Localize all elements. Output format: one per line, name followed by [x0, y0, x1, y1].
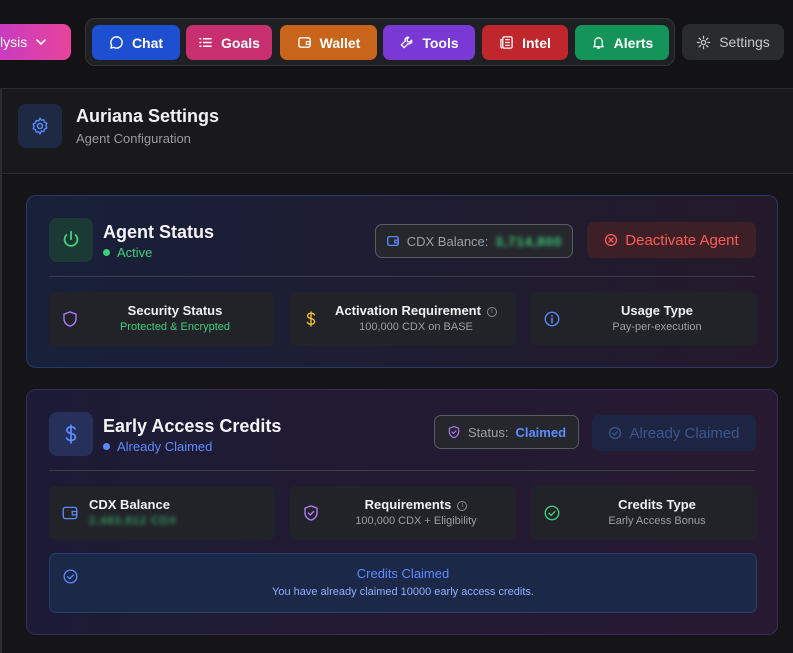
page-subtitle: Agent Configuration [76, 131, 191, 146]
shield-check-icon [448, 425, 460, 439]
wallet-icon [386, 235, 399, 247]
newspaper-icon [500, 36, 513, 49]
agent-status-title: Agent Status [103, 222, 215, 242]
nav-tools-button[interactable]: Tools [383, 25, 475, 60]
nav-alerts-label: Alerts [613, 34, 654, 51]
cdx-balance-tile: CDX Balance 2,483,812 CDX [49, 486, 275, 540]
tile-subtitle: Early Access Bonus [608, 515, 706, 527]
top-navigation-bar: lysis Chat Goals Wallet Tools Intel Aler… [0, 0, 793, 86]
bell-icon [592, 37, 604, 49]
nav-alerts-button[interactable]: Alerts [575, 25, 669, 60]
info-circle-icon [544, 311, 560, 327]
tile-title: Security Status [127, 303, 223, 318]
agent-status-indicator: Active [103, 245, 152, 260]
wrench-icon [401, 36, 413, 49]
tile-title: Activation Requirement i [324, 303, 508, 318]
info-icon[interactable]: i [486, 306, 497, 317]
divider [49, 470, 755, 471]
claim-status-label: Status: [467, 424, 509, 440]
already-claimed-button[interactable]: Already Claimed [592, 415, 756, 451]
credits-claimed-notice: Credits Claimed You have already claimed… [49, 553, 757, 613]
check-circle-icon [609, 426, 622, 440]
credits-status-value: Already Claimed [117, 439, 213, 454]
requirements-tile: Requirements i 100,000 CDX + Eligibility [290, 486, 516, 540]
claim-status-value: Claimed [515, 424, 567, 440]
shield-icon [63, 311, 77, 327]
agent-status-value: Active [117, 245, 153, 260]
page-title: Auriana Settings [76, 106, 220, 126]
settings-gear-icon [18, 104, 62, 148]
check-circle-icon [544, 505, 560, 521]
nav-goals-label: Goals [221, 34, 260, 51]
settings-label: Settings [719, 34, 770, 50]
nav-button-group: Chat Goals Wallet Tools Intel Alerts [85, 18, 675, 66]
divider [49, 276, 755, 277]
tile-subtitle: 100,000 CDX + Eligibility [355, 515, 477, 527]
tile-title: CDX Balance [89, 497, 170, 512]
security-status-tile: Security Status Protected & Encrypted [49, 292, 275, 346]
page-header: Auriana Settings Agent Configuration [2, 89, 793, 174]
analysis-label: lysis [0, 34, 28, 50]
status-dot [103, 249, 110, 256]
nav-tools-label: Tools [422, 34, 459, 51]
gear-icon [696, 35, 711, 49]
notice-title: Credits Claimed [356, 566, 450, 581]
credits-status-indicator: Already Claimed [103, 439, 212, 454]
tile-title-text: Activation Requirement [335, 303, 481, 318]
already-claimed-label: Already Claimed [629, 424, 740, 442]
list-icon [199, 38, 212, 47]
deactivate-agent-button[interactable]: Deactivate Agent [587, 222, 756, 258]
cdx-balance-value: 3,714,800 [495, 233, 563, 249]
dollar-icon [49, 412, 93, 456]
tile-title: Credits Type [618, 497, 696, 512]
tile-subtitle: Protected & Encrypted [119, 321, 231, 333]
cdx-balance-label: CDX Balance: [406, 233, 489, 249]
wallet-icon [62, 506, 78, 520]
nav-wallet-button[interactable]: Wallet [280, 25, 377, 60]
power-icon [49, 218, 93, 262]
tile-title: Requirements i [324, 497, 508, 512]
nav-intel-button[interactable]: Intel [482, 25, 568, 60]
status-dot [103, 443, 110, 450]
credits-title: Early Access Credits [103, 416, 282, 436]
tile-subtitle: 2,483,812 CDX [89, 515, 178, 527]
agent-status-card: Agent Status Active CDX Balance: 3,714,8… [26, 195, 778, 368]
nav-goals-button[interactable]: Goals [186, 25, 272, 60]
shield-check-icon [304, 505, 318, 521]
x-circle-icon [605, 233, 618, 247]
credits-type-tile: Credits Type Early Access Bonus [531, 486, 757, 540]
analysis-dropdown-button[interactable]: lysis [0, 24, 71, 60]
settings-panel: Auriana Settings Agent Configuration Age… [0, 88, 793, 653]
tile-subtitle: Pay-per-execution [612, 321, 702, 333]
wallet-icon [297, 37, 311, 48]
info-icon[interactable]: i [457, 500, 468, 511]
cdx-balance-badge: CDX Balance: 3,714,800 [375, 224, 573, 258]
settings-button[interactable]: Settings [682, 24, 784, 60]
notice-text: You have already claimed 10000 early acc… [272, 586, 534, 598]
nav-chat-label: Chat [131, 34, 164, 51]
early-access-credits-card: Early Access Credits Already Claimed Sta… [26, 389, 778, 635]
nav-intel-label: Intel [522, 34, 551, 51]
claim-status-badge: Status: Claimed [434, 415, 579, 449]
usage-type-tile: Usage Type Pay-per-execution [531, 292, 757, 346]
chat-bubble-icon [110, 36, 123, 49]
nav-chat-button[interactable]: Chat [92, 25, 180, 60]
nav-wallet-label: Wallet [319, 34, 361, 51]
tile-title: Usage Type [620, 303, 693, 318]
tile-title-text: Requirements [364, 497, 452, 512]
deactivate-agent-label: Deactivate Agent [625, 231, 739, 249]
dollar-icon [306, 311, 316, 327]
chevron-down-icon [36, 39, 47, 46]
activation-requirement-tile: Activation Requirement i 100,000 CDX on B… [290, 292, 516, 346]
tile-subtitle: 100,000 CDX on BASE [359, 321, 473, 333]
